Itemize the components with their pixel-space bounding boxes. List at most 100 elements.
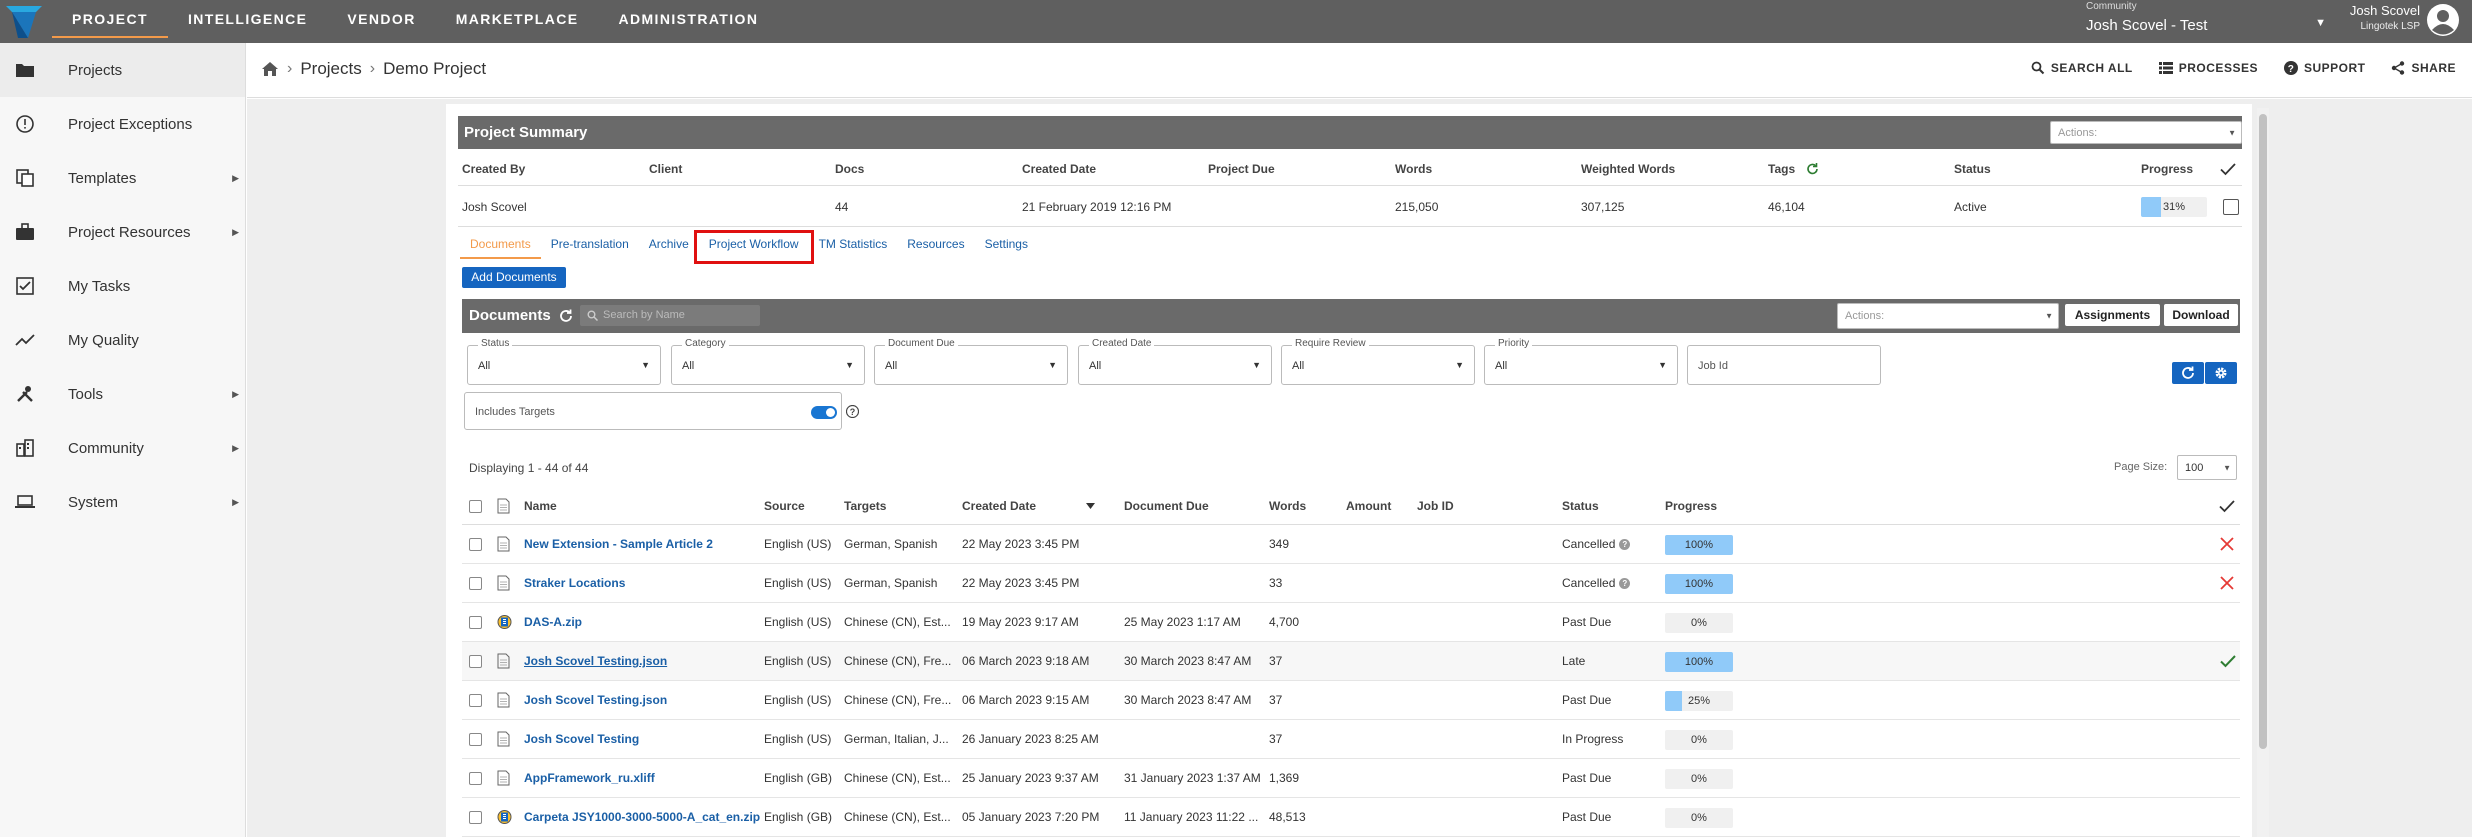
tab-archive[interactable]: Archive [639,235,699,259]
share-button[interactable]: SHARE [2391,61,2456,75]
document-name-link[interactable]: AppFramework_ru.xliff [524,771,655,785]
document-due-filter[interactable]: Document Due All ▼ [874,338,1068,385]
table-row[interactable]: New Extension - Sample Article 2 English … [462,525,2240,564]
help-icon[interactable]: ? [1619,539,1631,551]
sidebar-item-project-resources[interactable]: Project Resources ▶ [0,205,245,259]
col-words[interactable]: Words [1269,499,1306,513]
support-button[interactable]: ? SUPPORT [2283,61,2366,75]
download-button[interactable]: Download [2164,304,2238,326]
document-name-link[interactable]: Josh Scovel Testing.json [524,654,667,668]
assignments-button[interactable]: Assignments [2065,304,2160,326]
page-size-select[interactable]: 100 ▼ [2177,455,2237,480]
col-created-date[interactable]: Created Date [962,499,1036,513]
tab-project-workflow[interactable]: Project Workflow [693,230,814,264]
breadcrumb-projects[interactable]: Projects [300,59,361,79]
sidebar-item-tools[interactable]: Tools ▶ [0,367,245,421]
table-row[interactable]: AppFramework_ru.xliff English (GB) Chinese… [462,759,2240,798]
tab-tm-statistics[interactable]: TM Statistics [809,235,898,259]
sidebar-item-community[interactable]: Community ▶ [0,421,245,475]
help-icon[interactable]: ? [846,405,859,418]
close-x-icon[interactable] [2220,537,2234,551]
tab-resources[interactable]: Resources [897,235,974,259]
priority-filter[interactable]: Priority All ▼ [1484,338,1678,385]
col-status[interactable]: Status [1562,499,1599,513]
includes-targets-toggle[interactable] [811,406,837,419]
table-row[interactable]: Straker Locations English (US) German, Spa… [462,564,2240,603]
search-all-button[interactable]: SEARCH ALL [2031,61,2133,75]
created-date-filter[interactable]: Created Date All ▼ [1078,338,1272,385]
close-x-icon[interactable] [2220,576,2234,590]
account-circle-icon[interactable] [2426,3,2460,37]
row-checkbox[interactable] [469,811,482,824]
col-job-id[interactable]: Job ID [1417,499,1454,513]
document-name-link[interactable]: Josh Scovel Testing.json [524,693,667,707]
document-name-link[interactable]: Josh Scovel Testing [524,732,639,746]
processes-button[interactable]: PROCESSES [2158,61,2258,75]
home-icon[interactable] [261,61,279,77]
user-org: Lingotek LSP [2360,21,2421,32]
project-actions-select[interactable]: Actions: ▼ [2050,121,2242,144]
filter-value: All [1495,360,1508,372]
document-name-link[interactable]: DAS-A.zip [524,615,582,629]
col-source[interactable]: Source [764,499,805,513]
sort-desc-icon[interactable] [1086,502,1095,509]
table-row[interactable]: DAS-A.zip English (US) Chinese (CN), Est..… [462,603,2240,642]
row-checkbox[interactable] [469,694,482,707]
select-all-checkbox[interactable] [469,500,482,513]
row-checkbox[interactable] [469,577,482,590]
grid-settings-button[interactable] [2205,362,2237,384]
refresh-button[interactable] [2172,362,2204,384]
table-row[interactable]: Carpeta JSY1000-3000-5000-A_cat_en.zip En… [462,798,2240,837]
user-info[interactable]: Josh Scovel Lingotek LSP [2290,3,2420,32]
document-name-link[interactable]: Straker Locations [524,576,625,590]
row-checkbox[interactable] [469,538,482,551]
table-row[interactable]: Josh Scovel Testing English (US) German, I… [462,720,2240,759]
col-amount[interactable]: Amount [1346,499,1391,513]
documents-actions-select[interactable]: Actions: ▼ [1837,303,2059,329]
status-text: Past Due [1562,615,1612,629]
nav-administration[interactable]: ADMINISTRATION [598,0,778,38]
status-filter[interactable]: Status All ▼ [467,338,661,385]
vertical-scrollbar[interactable] [2257,108,2269,837]
document-name-link[interactable]: Carpeta JSY1000-3000-5000-A_cat_en.zip [524,810,760,824]
sidebar-item-project-exceptions[interactable]: Project Exceptions [0,97,245,151]
col-weighted-words: Weighted Words [1581,161,1676,176]
table-row[interactable]: Josh Scovel Testing.json English (US) Chin… [462,642,2240,681]
help-icon[interactable]: ? [1619,578,1631,590]
nav-project[interactable]: PROJECT [52,0,168,38]
row-checkbox[interactable] [469,655,482,668]
add-documents-button[interactable]: Add Documents [462,267,566,288]
col-name[interactable]: Name [524,499,557,513]
scrollbar-thumb[interactable] [2259,114,2267,749]
row-checkbox[interactable] [469,733,482,746]
sidebar-item-templates[interactable]: Templates ▶ [0,151,245,205]
document-search-input[interactable]: Search by Name [580,305,760,326]
row-checkbox[interactable] [469,616,482,629]
sidebar-item-label: My Tasks [68,277,131,295]
col-progress[interactable]: Progress [1665,499,1717,513]
sidebar-item-projects[interactable]: Projects [0,43,245,97]
project-select-checkbox[interactable] [2223,199,2239,215]
nav-intelligence[interactable]: INTELLIGENCE [168,0,327,38]
category-filter[interactable]: Category All ▼ [671,338,865,385]
document-name-link[interactable]: New Extension - Sample Article 2 [524,537,713,551]
status-cell: Cancelled? [1562,537,1631,551]
job-id-input[interactable]: Job Id [1687,345,1881,385]
table-row[interactable]: Josh Scovel Testing.json English (US) Chin… [462,681,2240,720]
sidebar-item-system[interactable]: System ▶ [0,475,245,529]
chevron-right-icon: ▶ [232,226,239,237]
col-document-due[interactable]: Document Due [1124,499,1209,513]
app-logo-icon[interactable] [6,6,42,38]
tab-pre-translation[interactable]: Pre-translation [541,235,639,259]
tab-documents[interactable]: Documents [460,235,541,259]
nav-marketplace[interactable]: MARKETPLACE [436,0,599,38]
refresh-tags-icon[interactable] [1806,162,1819,175]
tab-settings[interactable]: Settings [975,235,1038,259]
require-review-filter[interactable]: Require Review All ▼ [1281,338,1475,385]
refresh-icon[interactable] [559,309,573,323]
sidebar-item-my-tasks[interactable]: My Tasks [0,259,245,313]
col-targets[interactable]: Targets [844,499,886,513]
row-checkbox[interactable] [469,772,482,785]
nav-vendor[interactable]: VENDOR [327,0,435,38]
sidebar-item-my-quality[interactable]: My Quality [0,313,245,367]
